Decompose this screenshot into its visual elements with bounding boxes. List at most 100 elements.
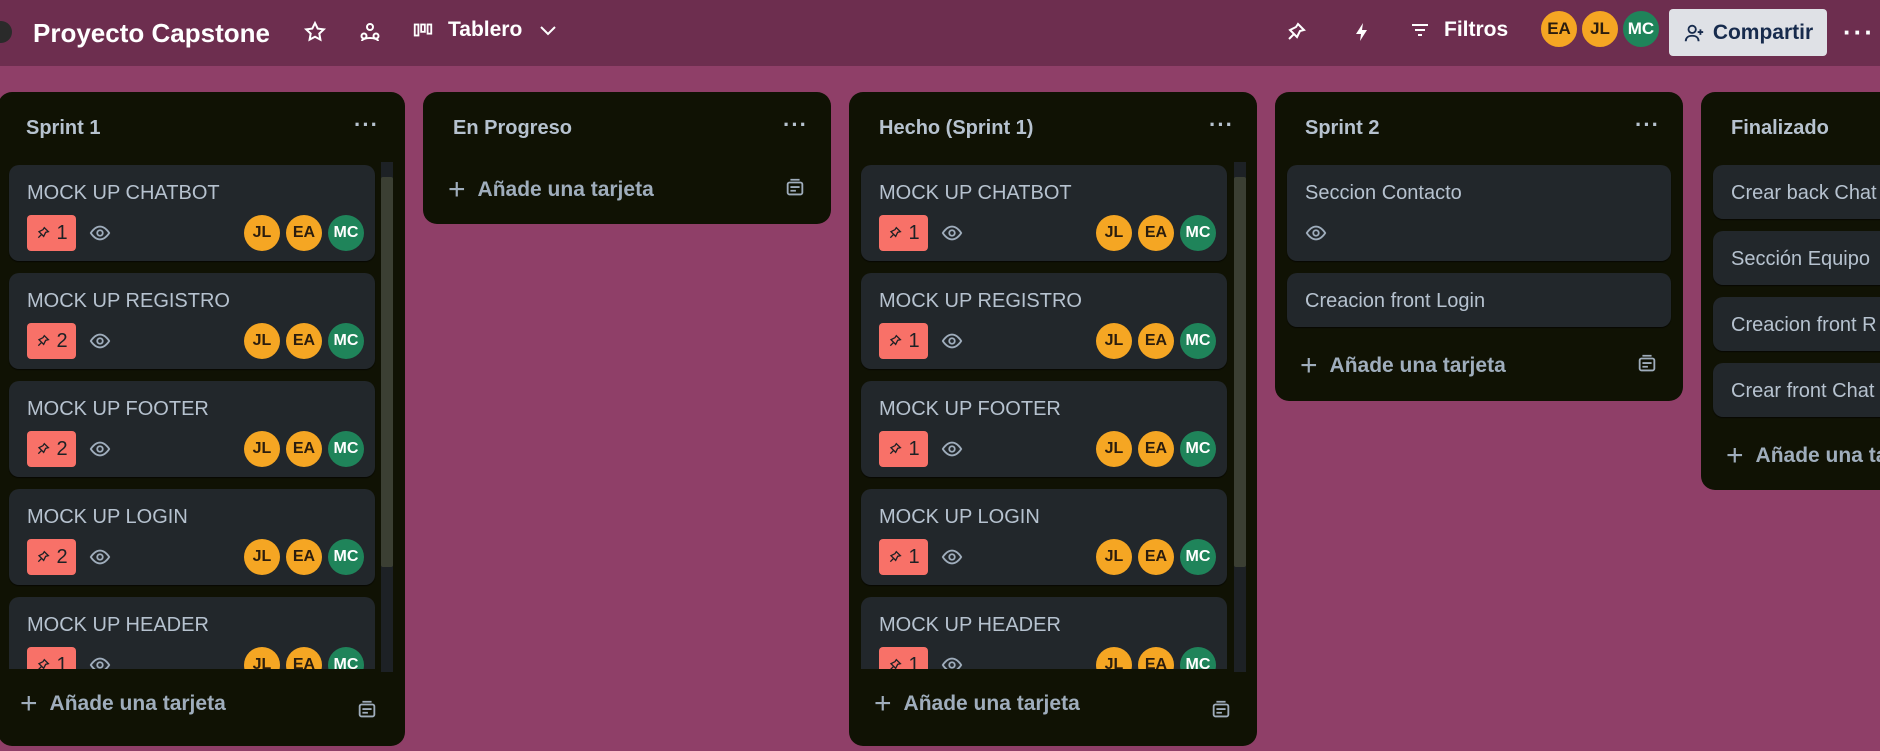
avatar[interactable]: EA [286, 215, 322, 251]
template-icon[interactable] [1636, 353, 1658, 375]
list-title[interactable]: Finalizado [1731, 117, 1829, 140]
card[interactable]: MOCK UP CHATBOT 1 JL EA MC [861, 165, 1227, 261]
avatar[interactable]: EA [1138, 323, 1174, 359]
avatar[interactable]: MC [328, 215, 364, 251]
card-title: MOCK UP CHATBOT [27, 182, 220, 204]
pin-icon [890, 550, 903, 563]
member-avatar-ea[interactable]: EA [1539, 9, 1579, 49]
avatar[interactable]: EA [1138, 431, 1174, 467]
plus-icon: + [20, 687, 38, 720]
card-title: MOCK UP REGISTRO [879, 290, 1082, 312]
avatar[interactable]: EA [286, 431, 322, 467]
card[interactable]: Creacion front Login [1287, 273, 1671, 327]
pin-icon [38, 226, 51, 239]
card[interactable]: MOCK UP LOGIN 2 JL EA MC [9, 489, 375, 585]
avatar[interactable]: JL [1096, 431, 1132, 467]
list-scrollbar[interactable] [1234, 162, 1246, 672]
card[interactable]: MOCK UP HEADER 1 JL EA MC [9, 597, 375, 669]
card-title: Seccion Contacto [1305, 182, 1462, 204]
board-title[interactable]: Proyecto Capstone [33, 16, 270, 50]
star-icon[interactable] [303, 20, 327, 44]
view-switcher-button[interactable]: Tablero [412, 18, 560, 42]
card[interactable]: Seccion Contacto [1287, 165, 1671, 261]
priority-badge: 1 [879, 323, 928, 359]
avatar[interactable]: JL [1096, 323, 1132, 359]
avatar[interactable]: JL [244, 539, 280, 575]
list-menu-icon[interactable]: ··· [1635, 112, 1660, 138]
board-menu-icon[interactable]: ··· [1843, 19, 1875, 45]
member-avatar-mc[interactable]: MC [1621, 9, 1661, 49]
add-card-button[interactable]: + Añade una tarjeta [1300, 351, 1506, 381]
avatar[interactable]: MC [328, 323, 364, 359]
list-menu-icon[interactable]: ··· [354, 112, 379, 138]
avatar[interactable]: JL [1096, 539, 1132, 575]
avatar[interactable]: MC [328, 647, 364, 669]
share-button[interactable]: Compartir [1669, 9, 1827, 56]
workspace-visibility-icon[interactable] [358, 20, 382, 44]
add-card-button[interactable]: + Añade una tarjeta [874, 689, 1080, 719]
view-label: Tablero [448, 18, 523, 41]
card[interactable]: Sección Equipo [1713, 231, 1880, 285]
list-scrollbar[interactable] [381, 162, 393, 672]
card[interactable]: Crear front Chat [1713, 363, 1880, 417]
avatar[interactable]: JL [244, 323, 280, 359]
board-view-icon [413, 23, 433, 37]
avatar[interactable]: EA [1138, 215, 1174, 251]
card[interactable]: Creacion front R [1713, 297, 1880, 351]
card[interactable]: MOCK UP FOOTER 1 JL EA MC [861, 381, 1227, 477]
avatar[interactable]: MC [1180, 215, 1216, 251]
watch-eye-icon [941, 546, 963, 568]
list-title[interactable]: Sprint 2 [1305, 117, 1379, 140]
avatar[interactable]: EA [286, 647, 322, 669]
filters-button[interactable]: Filtros [1408, 18, 1508, 42]
scrollbar-thumb[interactable] [381, 177, 393, 567]
avatar[interactable]: MC [1180, 539, 1216, 575]
template-icon[interactable] [1210, 699, 1232, 721]
watch-eye-icon [89, 438, 111, 460]
sidebar-toggle[interactable] [0, 21, 12, 43]
avatar[interactable]: JL [1096, 647, 1132, 669]
add-card-button[interactable]: + Añade una tarjeta [20, 687, 226, 720]
list-title[interactable]: Sprint 1 [26, 117, 100, 140]
pin-icon [38, 442, 51, 455]
avatar[interactable]: JL [1096, 215, 1132, 251]
avatar[interactable]: MC [1180, 647, 1216, 669]
member-avatar-jl[interactable]: JL [1580, 9, 1620, 49]
avatar[interactable]: MC [328, 539, 364, 575]
card[interactable]: MOCK UP HEADER 1 JL EA MC [861, 597, 1227, 669]
avatar[interactable]: JL [244, 215, 280, 251]
priority-badge: 1 [27, 215, 76, 251]
scrollbar-thumb[interactable] [1234, 177, 1246, 567]
avatar[interactable]: MC [328, 431, 364, 467]
card[interactable]: MOCK UP REGISTRO 1 JL EA MC [861, 273, 1227, 369]
avatar[interactable]: JL [244, 647, 280, 669]
list-title[interactable]: En Progreso [453, 117, 572, 140]
list-title[interactable]: Hecho (Sprint 1) [879, 117, 1033, 140]
avatar[interactable]: EA [1138, 647, 1174, 669]
power-ups-icon[interactable] [1284, 20, 1308, 44]
automation-icon[interactable] [1350, 20, 1374, 44]
plus-icon: + [1726, 439, 1744, 472]
list-menu-icon[interactable]: ··· [783, 112, 808, 138]
avatar[interactable]: EA [1138, 539, 1174, 575]
list-menu-icon[interactable]: ··· [1209, 112, 1234, 138]
avatar[interactable]: MC [1180, 431, 1216, 467]
pin-icon [38, 550, 51, 563]
avatar[interactable]: JL [244, 431, 280, 467]
card[interactable]: MOCK UP CHATBOT 1 JL EA MC [9, 165, 375, 261]
pin-icon [890, 226, 903, 239]
avatar[interactable]: EA [286, 539, 322, 575]
template-icon[interactable] [356, 699, 378, 721]
watch-eye-icon [89, 654, 111, 669]
add-card-button[interactable]: + Añade una ta [1726, 439, 1880, 472]
add-card-button[interactable]: + Añade una tarjeta [448, 175, 654, 205]
card[interactable]: MOCK UP REGISTRO 2 JL EA MC [9, 273, 375, 369]
avatar[interactable]: EA [286, 323, 322, 359]
filter-icon [1412, 24, 1428, 36]
card[interactable]: MOCK UP FOOTER 2 JL EA MC [9, 381, 375, 477]
avatar[interactable]: MC [1180, 323, 1216, 359]
template-icon[interactable] [784, 177, 806, 199]
watch-eye-icon [941, 654, 963, 669]
card[interactable]: Crear back Chat [1713, 165, 1880, 219]
card[interactable]: MOCK UP LOGIN 1 JL EA MC [861, 489, 1227, 585]
